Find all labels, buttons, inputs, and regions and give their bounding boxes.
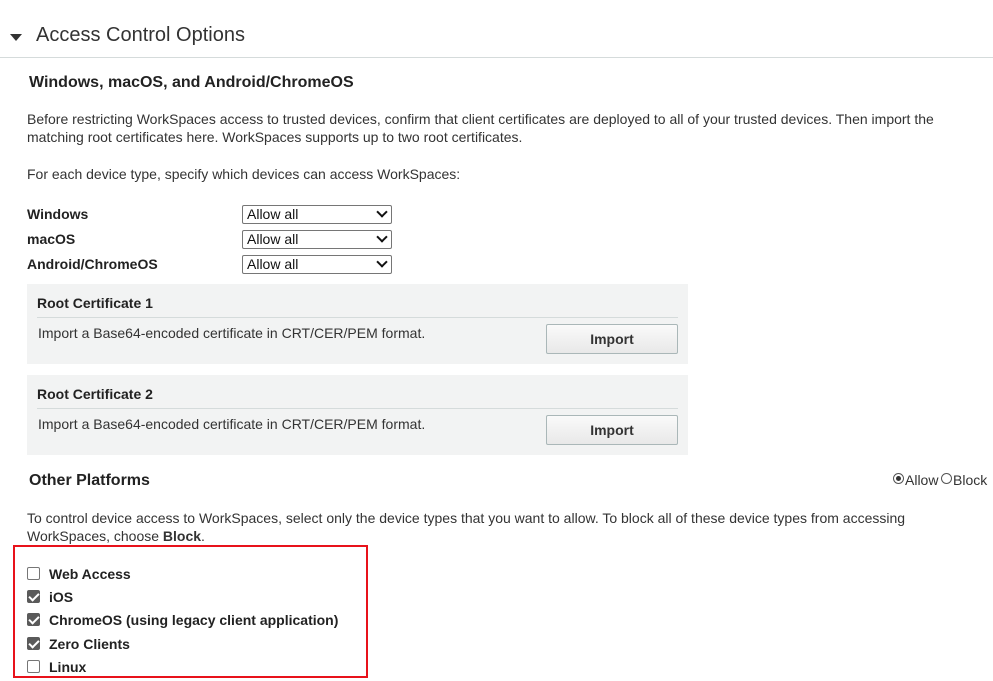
allow-radio[interactable] bbox=[893, 473, 904, 484]
root-certificate-2-description: Import a Base64-encoded certificate in C… bbox=[38, 416, 426, 432]
android-chromeos-label: Android/ChromeOS bbox=[27, 256, 158, 272]
trusted-devices-intro: Before restricting WorkSpaces access to … bbox=[27, 111, 934, 145]
other-platforms-description: To control device access to WorkSpaces, … bbox=[27, 509, 957, 545]
windows-access-select[interactable]: Allow all bbox=[242, 205, 392, 224]
description-suffix: . bbox=[201, 528, 205, 544]
macos-access-select[interactable]: Allow all bbox=[242, 230, 392, 249]
root-certificate-1-description: Import a Base64-encoded certificate in C… bbox=[38, 325, 426, 341]
root-certificate-2-title: Root Certificate 2 bbox=[37, 386, 153, 402]
chevron-down-icon bbox=[376, 231, 388, 243]
macos-access-value: Allow all bbox=[247, 231, 299, 247]
block-radio-label[interactable]: Block bbox=[953, 472, 987, 488]
root-certificate-1-panel: Root Certificate 1 Import a Base64-encod… bbox=[27, 284, 688, 364]
other-platforms-heading: Other Platforms bbox=[29, 472, 150, 489]
description-text: To control device access to WorkSpaces, … bbox=[27, 510, 906, 544]
android-chromeos-access-select[interactable]: Allow all bbox=[242, 255, 392, 274]
device-type-instruction: For each device type, specify which devi… bbox=[27, 166, 461, 182]
root-certificate-2-panel: Root Certificate 2 Import a Base64-encod… bbox=[27, 375, 688, 455]
macos-label: macOS bbox=[27, 231, 76, 247]
root-certificate-1-title: Root Certificate 1 bbox=[37, 295, 153, 311]
chevron-down-icon bbox=[376, 206, 388, 218]
chevron-down-icon bbox=[376, 256, 388, 268]
trusted-devices-heading: Windows, macOS, and Android/ChromeOS bbox=[29, 74, 354, 91]
caret-down-icon[interactable] bbox=[10, 34, 22, 41]
import-root-certificate-1-button[interactable]: Import bbox=[546, 324, 678, 354]
windows-access-value: Allow all bbox=[247, 206, 299, 222]
allow-radio-label[interactable]: Allow bbox=[905, 472, 938, 488]
android-chromeos-access-value: Allow all bbox=[247, 256, 299, 272]
description-block-keyword: Block bbox=[162, 528, 202, 544]
import-root-certificate-2-button[interactable]: Import bbox=[546, 415, 678, 445]
section-title[interactable]: Access Control Options bbox=[36, 24, 245, 47]
divider bbox=[37, 317, 678, 318]
divider bbox=[37, 408, 678, 409]
highlight-box bbox=[13, 545, 368, 678]
block-radio[interactable] bbox=[941, 473, 952, 484]
windows-label: Windows bbox=[27, 206, 89, 222]
